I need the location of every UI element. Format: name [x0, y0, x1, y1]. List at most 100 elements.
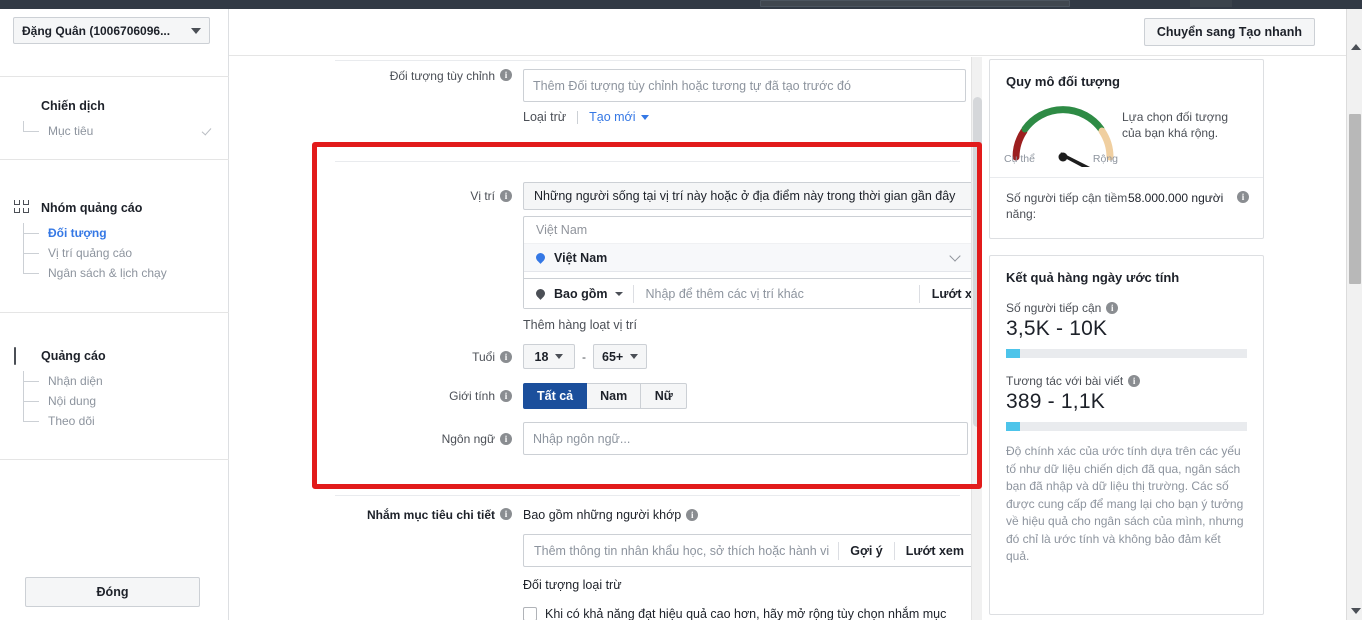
left-sidebar: Đặng Quân (1006706096... Chiến dịch Mục … [0, 9, 229, 620]
location-selector: Việt Nam Việt Nam Bao gồm Nhập để thêm c… [523, 216, 982, 309]
sidebar-section-campaign-title: Chiến dịch [41, 99, 105, 113]
expand-targeting-label: Khi có khả năng đạt hiệu quả cao hơn, hã… [545, 607, 947, 620]
expand-targeting-checkbox[interactable] [523, 607, 537, 620]
chevron-down-icon [191, 27, 201, 34]
sidebar-campaign-items: Mục tiêu [0, 121, 229, 141]
chevron-down-icon [555, 354, 564, 359]
bulk-add-locations-link[interactable]: Thêm hàng loạt vị trí [523, 318, 637, 332]
sidebar-section-campaign-header[interactable]: Chiến dịch [0, 95, 229, 117]
age-min-select[interactable]: 18 [523, 344, 575, 369]
location-search-value[interactable]: Việt Nam [524, 217, 982, 243]
page-scrollbar[interactable] [1346, 9, 1362, 620]
scroll-up-icon[interactable] [1351, 44, 1361, 50]
form-divider-top [335, 60, 960, 61]
potential-reach-label: Số người tiếp cận tiềm năng: [1006, 191, 1128, 221]
potential-reach-row: Số người tiếp cận tiềm năng: 58.000.000 … [990, 177, 1263, 236]
location-type-dropdown[interactable]: Những người sống tại vị trí này hoặc ở đ… [523, 182, 982, 210]
info-icon[interactable]: i [500, 190, 512, 202]
info-icon[interactable]: i [500, 432, 512, 445]
info-icon[interactable]: i [500, 350, 512, 363]
detailed-targeting-suggestions-button[interactable]: Gợi ý [839, 544, 894, 558]
sidebar-item-nhan-dien[interactable]: Nhận diện [0, 371, 229, 391]
form-divider-mid [335, 161, 960, 162]
sidebar-item-noi-dung[interactable]: Nội dung [0, 391, 229, 411]
sidebar-divider-4 [0, 459, 229, 460]
form-scrollbar[interactable] [971, 57, 982, 620]
browser-address-bar[interactable] [760, 0, 1070, 7]
location-add-input[interactable]: Nhập để thêm các vị trí khác [634, 287, 918, 301]
language-input[interactable]: Nhập ngôn ngữ... [523, 422, 968, 455]
location-pin-icon [534, 287, 547, 300]
age-max-value: 65+ [602, 349, 624, 364]
info-icon[interactable]: i [500, 390, 512, 402]
sidebar-section-ad: Quảng cáo Nhận diện Nội dung Theo dõi [0, 345, 229, 431]
include-mode-dropdown[interactable]: Bao gồm [524, 287, 633, 301]
browser-window-controls[interactable] [1190, 0, 1232, 7]
gauge-left-label: Cụ thể [1004, 153, 1035, 165]
detailed-targeting-input[interactable]: Thêm thông tin nhân khẩu học, sở thích h… [524, 544, 838, 558]
location-label: Vị trí [470, 189, 495, 203]
gender-option-female[interactable]: Nữ [641, 383, 688, 409]
sidebar-item-vi-tri-quang-cao[interactable]: Vị trí quảng cáo [0, 243, 229, 263]
sidebar-item-ngan-sach-lich-chay[interactable]: Ngân sách & lịch chạy [0, 263, 229, 283]
age-label: Tuổi [472, 349, 495, 364]
sidebar-section-ad-title: Quảng cáo [41, 349, 106, 363]
scroll-down-icon[interactable] [1351, 608, 1361, 614]
top-bar: Chuyển sang Tạo nhanh [229, 9, 1362, 56]
info-icon[interactable]: i [1106, 302, 1119, 314]
browser-chrome-strip [0, 0, 1362, 9]
grid-icon [14, 200, 32, 216]
exclude-link[interactable]: Loại trừ [523, 110, 566, 124]
sidebar-section-ad-header[interactable]: Quảng cáo [0, 345, 229, 367]
metric-engagement-label: Tương tác với bài viết [1006, 374, 1124, 388]
metric-reach-value: 3,5K - 10K [1006, 317, 1108, 340]
close-button[interactable]: Đóng [25, 577, 200, 607]
info-icon[interactable]: i [1237, 191, 1249, 203]
info-icon[interactable]: i [686, 509, 699, 521]
sidebar-item-muc-tieu[interactable]: Mục tiêu [0, 121, 229, 141]
sidebar-item-label: Vị trí quảng cáo [48, 246, 133, 260]
location-chip-label: Việt Nam [554, 250, 608, 265]
gender-label: Giới tính [449, 389, 495, 403]
switch-to-quick-create-button[interactable]: Chuyển sang Tạo nhanh [1143, 18, 1315, 46]
sidebar-item-label: Đối tượng [48, 226, 107, 240]
age-separator: - [582, 349, 586, 364]
sidebar-item-label: Theo dõi [48, 414, 95, 428]
sidebar-item-doi-tuong[interactable]: Đối tượng [0, 223, 229, 243]
page-scrollbar-thumb[interactable] [1349, 114, 1361, 284]
form-scrollbar-thumb[interactable] [973, 97, 982, 427]
gender-option-male[interactable]: Nam [587, 383, 642, 409]
custom-audience-label-wrap: Đối tượng tùy chỉnh i [230, 69, 512, 102]
location-pin-icon [534, 251, 547, 264]
metric-engagement-bar [1006, 422, 1247, 431]
gender-option-all[interactable]: Tất cả [523, 383, 588, 409]
language-label-wrap: Ngôn ngữ i [230, 422, 512, 455]
sidebar-section-adset: Nhóm quảng cáo Đối tượng Vị trí quảng cá… [0, 197, 229, 283]
exclude-audience-link[interactable]: Đối tượng loại trừ [523, 578, 622, 592]
chevron-down-icon[interactable] [949, 249, 961, 262]
gender-segmented-control: Tất cả Nam Nữ [523, 383, 688, 409]
age-max-select[interactable]: 65+ [593, 344, 648, 369]
account-select[interactable]: Đặng Quân (1006706096... [13, 17, 210, 44]
sidebar-adset-items: Đối tượng Vị trí quảng cáo Ngân sách & l… [0, 223, 229, 283]
expand-targeting-checkbox-row[interactable]: Khi có khả năng đạt hiệu quả cao hơn, hã… [523, 607, 978, 620]
info-icon[interactable]: i [1128, 375, 1141, 387]
age-min-value: 18 [534, 349, 549, 364]
language-label: Ngôn ngữ [441, 431, 495, 446]
sidebar-section-adset-header[interactable]: Nhóm quảng cáo [0, 197, 229, 219]
gauge-right-label: Rộng [1092, 153, 1118, 165]
detailed-targeting-input-row: Thêm thông tin nhân khẩu học, sở thích h… [523, 534, 976, 567]
sidebar-section-adset-title: Nhóm quảng cáo [41, 201, 143, 215]
chevron-down-icon [640, 114, 649, 120]
metric-engagement-value: 389 - 1,1K [1006, 390, 1105, 413]
sidebar-item-theo-doi[interactable]: Theo dõi [0, 411, 229, 431]
audience-form: Đối tượng tùy chỉnh i Thêm Đối tượng tùy… [230, 57, 982, 620]
location-chip-vietnam: Việt Nam [524, 243, 982, 272]
info-icon[interactable]: i [500, 508, 512, 520]
detailed-targeting-browse-button[interactable]: Lướt xem [895, 544, 975, 558]
info-icon[interactable]: i [500, 69, 512, 81]
location-add-row: Bao gồm Nhập để thêm các vị trí khác Lướ… [524, 278, 982, 308]
create-new-link[interactable]: Tạo mới [589, 110, 635, 124]
custom-audience-input[interactable]: Thêm Đối tượng tùy chỉnh hoặc tương tự đ… [523, 69, 966, 102]
sidebar-section-campaign: Chiến dịch Mục tiêu [0, 95, 229, 141]
